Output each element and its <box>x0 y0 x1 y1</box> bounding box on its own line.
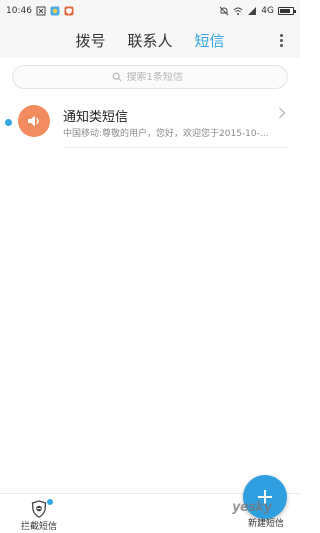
tab-dialer[interactable]: 拨号 <box>75 30 105 51</box>
search-input[interactable] <box>126 71 189 83</box>
status-time: 10:46 <box>6 6 32 16</box>
network-type: 4G <box>261 6 274 16</box>
block-messages-label: 拦截短信 <box>20 522 57 532</box>
speaker-icon <box>28 115 39 127</box>
screen-capture-icon <box>36 6 46 16</box>
conversation-list: 通知类短信 中国移动:尊敬的用户，您好，欢迎您于2015-10-... <box>0 98 300 148</box>
conversation-item[interactable]: 通知类短信 中国移动:尊敬的用户，您好，欢迎您于2015-10-... <box>0 98 300 148</box>
avatar <box>18 105 50 137</box>
status-bar: 10:46 4G <box>0 0 300 22</box>
weather-app-icon <box>50 6 60 16</box>
tab-messages[interactable]: 短信 <box>195 30 225 51</box>
block-notification-dot <box>47 499 53 505</box>
new-message-label: 新建短信 <box>247 519 284 529</box>
shield-app-icon <box>64 6 74 16</box>
conversation-preview: 中国移动:尊敬的用户，您好，欢迎您于2015-10-... <box>63 129 269 139</box>
tab-contacts[interactable]: 联系人 <box>127 30 172 51</box>
block-messages-button[interactable]: 拦截短信 <box>14 498 64 532</box>
status-bar-right: 4G <box>219 6 296 16</box>
row-divider <box>63 147 288 148</box>
mute-icon <box>219 6 229 16</box>
chevron-right-icon <box>279 107 286 119</box>
signal-icon <box>248 7 257 15</box>
shield-block-icon <box>31 500 47 518</box>
watermark: yesky <box>232 500 272 515</box>
unread-indicator <box>5 119 12 126</box>
status-bar-left: 10:46 <box>6 6 74 16</box>
search-bar[interactable] <box>12 65 288 89</box>
more-vertical-icon[interactable] <box>276 30 286 50</box>
search-icon <box>112 72 121 82</box>
battery-icon <box>278 7 296 15</box>
battery-level-fill <box>280 9 290 13</box>
wifi-icon <box>233 7 243 15</box>
conversation-title: 通知类短信 <box>63 110 129 125</box>
top-tab-bar: 拨号 联系人 短信 <box>0 22 300 58</box>
